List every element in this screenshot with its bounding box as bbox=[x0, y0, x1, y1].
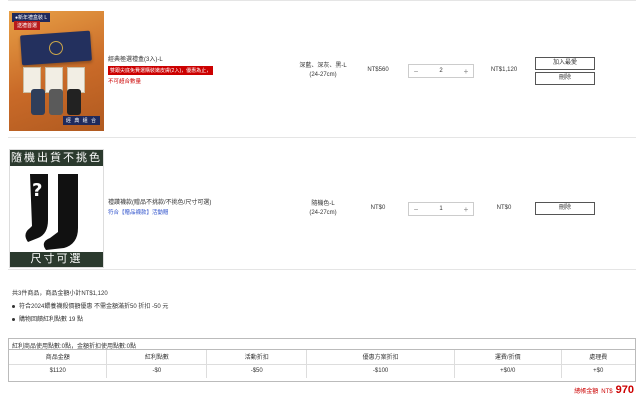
sock-silhouette-icon: ? bbox=[25, 174, 78, 250]
gift-box-image bbox=[20, 30, 92, 66]
table-header-row: 商品金額 紅利點數 活動折扣 優惠方案折扣 運費/折價 處理費 bbox=[9, 350, 635, 365]
discount-bullet: 符合2024餵養襪殺價額優惠 不需金額滿折50 折扣 -50 元 bbox=[12, 301, 612, 314]
product-name[interactable]: 經典極選禮盒(3入)-L bbox=[108, 54, 163, 63]
svg-text:?: ? bbox=[32, 180, 42, 201]
grand-total: 總帳金額 NT$ 970 bbox=[574, 384, 634, 396]
gift-badge: 送禮首選 bbox=[14, 21, 41, 30]
reward-bullet: 購物回饋紅利點數 19 點 bbox=[12, 314, 612, 327]
value-cell: -$50 bbox=[206, 364, 308, 378]
value-cell: -$0 bbox=[106, 364, 208, 378]
item-subtotal: NT$1,120 bbox=[490, 67, 518, 73]
price-breakdown-table: 紅利商品使用點數:0點，金額折扣使用點數:0點 商品金額 紅利點數 活動折扣 優… bbox=[8, 338, 636, 382]
product-spec: 深藍、深灰、黑-L (24-27cm) bbox=[288, 62, 358, 80]
quantity-stepper: − 2 + bbox=[408, 64, 474, 78]
cart-item-row: ●新年禮盒裝 L 送禮首選 經 典 組 合 經典極選禮盒(3入)-L 雙跟尖底免… bbox=[8, 0, 636, 138]
spec-range: (24-27cm) bbox=[309, 72, 337, 78]
discount-text: 符合2024餵養襪殺價額優惠 不需金額滿折50 折扣 -50 元 bbox=[19, 304, 169, 310]
quantity-stepper: − 1 + bbox=[408, 202, 474, 216]
promo-note: 不可超合數量 bbox=[108, 79, 142, 85]
plus-icon[interactable]: + bbox=[459, 67, 473, 76]
points-usage-title: 紅利商品使用點數:0點，金額折扣使用點數:0點 bbox=[9, 339, 635, 350]
order-summary: 共3件商品，商品金額小計NT$1,120 符合2024餵養襪殺價額優惠 不需金額… bbox=[12, 288, 612, 327]
random-color-banner: 隨機出貨不挑色 bbox=[10, 150, 103, 166]
value-cell: -$100 bbox=[306, 364, 455, 378]
promo-link[interactable]: 符合【贈品襪款】活動贈 bbox=[108, 208, 169, 216]
header-cell: 活動折扣 bbox=[206, 350, 308, 365]
product-name[interactable]: 禮讚襪款(贈品不挑款/不挑色/尺寸可選) bbox=[108, 197, 211, 206]
value-cell: $1120 bbox=[9, 364, 108, 378]
cart-item-row: 隨機出貨不挑色 ? 尺寸可選 禮讚襪款(贈品不挑款/不挑色/尺寸可選) 符合【贈… bbox=[8, 146, 636, 270]
header-cell: 處理費 bbox=[561, 350, 635, 365]
sock-image bbox=[67, 89, 81, 115]
spec-range: (24-27cm) bbox=[309, 210, 337, 216]
bullet-icon bbox=[12, 304, 15, 308]
promo-label: 雙跟尖底免費選購裝嫩皮膚(2入)，優惠為止， bbox=[108, 66, 214, 75]
total-label: 總帳金額 bbox=[574, 389, 599, 395]
unit-price: NT$560 bbox=[367, 67, 389, 73]
header-cell: 商品金額 bbox=[9, 350, 108, 365]
item-count-summary: 共3件商品，商品金額小計NT$1,120 bbox=[12, 291, 108, 297]
quantity-value[interactable]: 1 bbox=[423, 206, 459, 212]
minus-icon[interactable]: − bbox=[409, 67, 423, 76]
reward-text: 購物回饋紅利點數 19 點 bbox=[19, 317, 84, 323]
product-spec: 隨機色-L (24-27cm) bbox=[288, 200, 358, 218]
spec-color-size: 隨機色-L bbox=[311, 201, 335, 207]
spec-color-size: 深藍、深灰、黑-L bbox=[299, 63, 347, 69]
value-cell: +$0/0 bbox=[454, 364, 562, 378]
product-thumbnail[interactable]: 隨機出貨不挑色 ? 尺寸可選 bbox=[9, 149, 104, 268]
quantity-value[interactable]: 2 bbox=[423, 68, 459, 74]
total-currency: NT$ bbox=[601, 389, 613, 395]
table-row: $1120 -$0 -$50 -$100 +$0/0 +$0 bbox=[9, 364, 635, 378]
bullet-icon bbox=[12, 317, 15, 321]
sock-image bbox=[31, 89, 45, 115]
delete-button[interactable]: 刪除 bbox=[535, 72, 595, 85]
minus-icon[interactable]: − bbox=[409, 205, 423, 214]
plus-icon[interactable]: + bbox=[459, 205, 473, 214]
sock-image bbox=[49, 89, 63, 115]
size-select-banner: 尺寸可選 bbox=[10, 252, 103, 267]
header-cell: 運費/折價 bbox=[454, 350, 562, 365]
item-subtotal: NT$0 bbox=[496, 205, 512, 211]
add-to-favorites-button[interactable]: 加入最愛 bbox=[535, 57, 595, 70]
product-thumbnail[interactable]: ●新年禮盒裝 L 送禮首選 經 典 組 合 bbox=[9, 11, 104, 131]
thumb-tagline: 經 典 組 合 bbox=[62, 116, 100, 125]
header-cell: 紅利點數 bbox=[106, 350, 208, 365]
total-amount: 970 bbox=[615, 384, 634, 396]
header-cell: 優惠方案折扣 bbox=[306, 350, 455, 365]
delete-button[interactable]: 刪除 bbox=[535, 202, 595, 215]
unit-price: NT$0 bbox=[370, 205, 386, 211]
value-cell: +$0 bbox=[593, 368, 604, 375]
